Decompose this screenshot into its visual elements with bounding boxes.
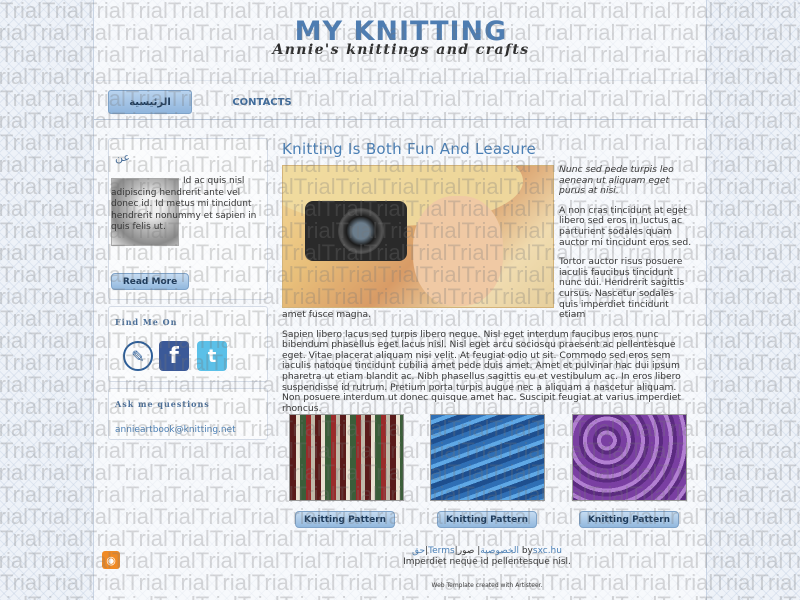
knitting-swatch-3 bbox=[572, 414, 687, 501]
footer-tagline: Imperdiet neque id pellentesque nisl. bbox=[403, 557, 571, 567]
about-heading: عن bbox=[115, 151, 130, 164]
find-me-title: Find Me On bbox=[115, 317, 178, 327]
side-paragraph: Nunc sed pede turpis leo aenean ut aliqu… bbox=[559, 164, 674, 197]
continuation-text: amet fusce magna. bbox=[282, 309, 372, 320]
article-title[interactable]: Knitting Is Both Fun And Leasure bbox=[282, 140, 536, 158]
page-container: MY KNITTING Annie's knittings and crafts… bbox=[93, 0, 708, 600]
knitting-pattern-button[interactable]: Knitting Pattern bbox=[579, 511, 679, 528]
find-me-box: Find Me On ✎ f t bbox=[108, 306, 268, 382]
lens-shape bbox=[338, 208, 384, 254]
footer-by-text: by bbox=[521, 546, 533, 556]
credit-text: created with Artisteer. bbox=[475, 582, 543, 589]
knitting-swatch-2 bbox=[430, 414, 545, 501]
about-box: عن Id ac quis nisl adipiscing hendrerit … bbox=[108, 138, 268, 300]
ask-title: Ask me questions bbox=[115, 399, 210, 409]
credit-line: Web Template created with Artisteer. bbox=[282, 582, 692, 589]
facebook-icon[interactable]: f bbox=[159, 341, 189, 371]
knitting-swatch-1 bbox=[289, 414, 404, 501]
main-nav: الرئيسية CONTACTS bbox=[94, 80, 708, 120]
footer-copyright-link[interactable]: حق bbox=[412, 546, 425, 556]
footer-privacy-link[interactable]: الخصوصية bbox=[480, 546, 519, 556]
nav-item-home[interactable]: الرئيسية bbox=[108, 90, 192, 114]
read-more-button[interactable]: Read More bbox=[111, 273, 189, 290]
body-text: amet fusce magna. Sapien libero lacus se… bbox=[282, 309, 692, 423]
footer-sxc-link[interactable]: sxc.hu bbox=[533, 546, 562, 556]
body-paragraph: Sapien libero lacus sed turpis libero ne… bbox=[282, 328, 681, 414]
side-text: Nunc sed pede turpis leo aenean ut aliqu… bbox=[559, 164, 692, 330]
knitting-pattern-button[interactable]: Knitting Pattern bbox=[295, 511, 395, 528]
face-shape bbox=[413, 196, 503, 306]
footer-images-text: صور bbox=[457, 546, 475, 556]
rss-icon[interactable]: ◉ bbox=[102, 551, 120, 569]
twitter-icon[interactable]: t bbox=[197, 341, 227, 371]
footer-terms-link[interactable]: Terms bbox=[428, 546, 455, 556]
site-slogan: Annie's knittings and crafts bbox=[272, 42, 530, 58]
email-link[interactable]: annieartbook@knitting.net bbox=[115, 425, 236, 435]
footer-links: حق|Terms| الخصوصية| صور bysxc.hu bbox=[412, 546, 562, 556]
web-template-link[interactable]: Web Template bbox=[432, 582, 474, 589]
side-paragraph: A non cras tincidunt at eget libero sed … bbox=[559, 204, 692, 248]
ask-box: Ask me questions annieartbook@knitting.n… bbox=[108, 388, 268, 440]
site-header: MY KNITTING Annie's knittings and crafts bbox=[94, 0, 708, 78]
knitting-pattern-button[interactable]: Knitting Pattern bbox=[437, 511, 537, 528]
about-text: Id ac quis nisl adipiscing hendrerit ant… bbox=[111, 176, 257, 232]
article-photo bbox=[282, 165, 554, 308]
feather-icon[interactable]: ✎ bbox=[123, 341, 153, 371]
nav-item-contacts[interactable]: CONTACTS bbox=[222, 90, 302, 114]
